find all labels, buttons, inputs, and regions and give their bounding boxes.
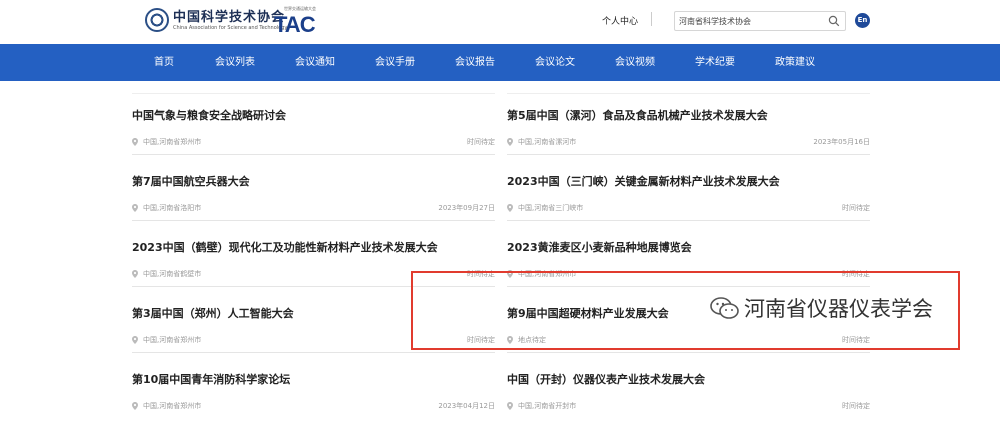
meeting-location-text: 中国,河南省鹤壁市: [143, 270, 202, 278]
header-separator: [651, 12, 652, 26]
meeting-card[interactable]: 第7届中国航空兵器大会 中国,河南省洛阳市 2023年09月27日: [132, 173, 495, 239]
meeting-title[interactable]: 2023黄淮麦区小麦新品种地展博览会: [507, 239, 692, 255]
meeting-title[interactable]: 第10届中国青年消防科学家论坛: [132, 371, 290, 387]
nav-item-meeting-list[interactable]: 会议列表: [215, 44, 255, 81]
wechat-icon: [710, 297, 739, 319]
meeting-location: 中国,河南省漯河市: [507, 137, 576, 147]
location-pin-icon: [507, 204, 513, 212]
logo-en: China Association for Science and Techno…: [173, 24, 288, 31]
nav-item-meeting-reports[interactable]: 会议报告: [455, 44, 495, 81]
meeting-location: 中国,河南省郑州市: [132, 137, 201, 147]
search-box: [674, 11, 846, 31]
nav-item-meeting-handbook[interactable]: 会议手册: [375, 44, 415, 81]
card-divider: [507, 154, 870, 155]
meeting-title[interactable]: 第7届中国航空兵器大会: [132, 173, 250, 189]
meeting-location-text: 中国,河南省开封市: [518, 402, 577, 410]
location-pin-icon: [132, 204, 138, 212]
tac-logo[interactable]: 世界交通运输大会 TAC: [272, 6, 320, 37]
card-divider: [132, 352, 495, 353]
location-pin-icon: [132, 270, 138, 278]
meeting-card[interactable]: 中国气象与粮食安全战略研讨会 中国,河南省郑州市 时间待定: [132, 107, 495, 173]
meeting-date: 时间待定: [842, 402, 870, 410]
meeting-location: 中国,河南省三门峡市: [507, 203, 583, 213]
nav-item-policy-suggestions[interactable]: 政策建议: [775, 44, 815, 81]
tac-mark: TAC: [274, 12, 316, 37]
search-input[interactable]: [679, 15, 819, 28]
nav-item-meeting-videos[interactable]: 会议视频: [615, 44, 655, 81]
meeting-location-text: 中国,河南省郑州市: [143, 138, 202, 146]
location-pin-icon: [132, 138, 138, 146]
card-divider: [507, 220, 870, 221]
meeting-location-text: 中国,河南省郑州市: [143, 336, 202, 344]
logo-text: 中国科学技术协会 China Association for Science a…: [173, 10, 287, 31]
card-divider: [132, 154, 495, 155]
meeting-location: 中国,河南省开封市: [507, 401, 576, 411]
meeting-title[interactable]: 2023中国（鹤壁）现代化工及功能性新材料产业技术发展大会: [132, 239, 438, 255]
nav-item-home[interactable]: 首页: [154, 44, 174, 81]
meeting-location: 中国,河南省鹤壁市: [132, 269, 201, 279]
nav-item-meeting-papers[interactable]: 会议论文: [535, 44, 575, 81]
list-divider: [132, 93, 495, 94]
meeting-location: 中国,河南省洛阳市: [132, 203, 201, 213]
meeting-date: 2023年04月12日: [438, 402, 495, 410]
cast-emblem-icon: [145, 8, 169, 32]
meeting-card[interactable]: 中国（开封）仪器仪表产业技术发展大会 中国,河南省开封市 时间待定: [507, 371, 870, 437]
nav-item-academic-minutes[interactable]: 学术纪要: [695, 44, 735, 81]
watermark-text: 河南省仪器仪表学会: [744, 297, 933, 321]
meeting-title[interactable]: 中国气象与粮食安全战略研讨会: [132, 107, 286, 123]
meeting-date: 2023年05月16日: [813, 138, 870, 146]
meeting-title[interactable]: 第3届中国（郑州）人工智能大会: [132, 305, 294, 321]
meeting-location-text: 中国,河南省漯河市: [518, 138, 577, 146]
personal-center-link[interactable]: 个人中心: [602, 14, 638, 27]
main-nav: 首页 会议列表 会议通知 会议手册 会议报告 会议论文 会议视频 学术纪要 政策…: [0, 44, 1000, 81]
meeting-location: 中国,河南省郑州市: [132, 335, 201, 345]
card-divider: [132, 220, 495, 221]
location-pin-icon: [507, 402, 513, 410]
meeting-list: 中国气象与粮食安全战略研讨会 中国,河南省郑州市 时间待定 第5届中国（漯河）食…: [0, 81, 1000, 431]
card-divider: [507, 352, 870, 353]
location-pin-icon: [132, 402, 138, 410]
meeting-location-text: 中国,河南省三门峡市: [518, 204, 584, 212]
meeting-title[interactable]: 第5届中国（漯河）食品及食品机械产业技术发展大会: [507, 107, 768, 123]
location-pin-icon: [507, 138, 513, 146]
meeting-title[interactable]: 2023中国（三门峡）关键金属新材料产业技术发展大会: [507, 173, 780, 189]
location-pin-icon: [132, 336, 138, 344]
logo-cn: 中国科学技术协会: [173, 9, 286, 25]
language-switch-button[interactable]: En: [855, 13, 870, 28]
cast-logo[interactable]: 中国科学技术协会 China Association for Science a…: [145, 8, 287, 32]
meeting-date: 时间待定: [842, 204, 870, 212]
meeting-card[interactable]: 第5届中国（漯河）食品及食品机械产业技术发展大会 中国,河南省漯河市 2023年…: [507, 107, 870, 173]
list-divider: [507, 93, 870, 94]
nav-item-meeting-notice[interactable]: 会议通知: [295, 44, 335, 81]
meeting-location: 中国,河南省郑州市: [132, 401, 201, 411]
meeting-date: 2023年09月27日: [438, 204, 495, 212]
meeting-location-text: 中国,河南省洛阳市: [143, 204, 202, 212]
meeting-title[interactable]: 中国（开封）仪器仪表产业技术发展大会: [507, 371, 705, 387]
meeting-card[interactable]: 第10届中国青年消防科学家论坛 中国,河南省郑州市 2023年04月12日: [132, 371, 495, 437]
header: 中国科学技术协会 China Association for Science a…: [0, 0, 1000, 44]
meeting-card[interactable]: 2023中国（三门峡）关键金属新材料产业技术发展大会 中国,河南省三门峡市 时间…: [507, 173, 870, 239]
search-icon[interactable]: [828, 15, 840, 27]
meeting-location-text: 中国,河南省郑州市: [143, 402, 202, 410]
wechat-watermark: 河南省仪器仪表学会: [710, 293, 933, 323]
meeting-date: 时间待定: [467, 138, 495, 146]
